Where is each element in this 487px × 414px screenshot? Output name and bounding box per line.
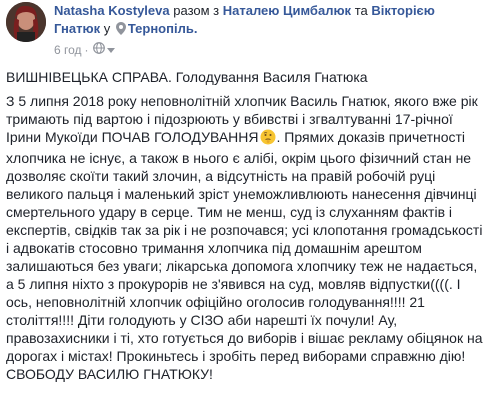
caret-down-icon[interactable] (106, 42, 115, 58)
location-link[interactable]: Тернопіль. (128, 21, 198, 36)
post-meta: 6 год · (54, 41, 115, 58)
avatar-image (6, 2, 46, 42)
and-text: та (354, 3, 368, 18)
post-main-paragraph: З 5 липня 2018 року неповнолітній хлопчи… (6, 92, 484, 365)
paragraph-part-2: . Прямих доказів причетності хлопчика не… (6, 129, 483, 364)
post-closing-line: СВОБОДУ ВАСИЛЮ ГНАТЮКУ! (6, 366, 213, 382)
meta-separator: · (84, 42, 89, 57)
post-header-text: Natasha Kostyleva разом з Наталею Цимбал… (54, 2, 474, 40)
facebook-post: Natasha Kostyleva разом з Наталею Цимбал… (0, 0, 487, 414)
in-text: у (103, 21, 111, 36)
post-header: Natasha Kostyleva разом з Наталею Цимбал… (0, 0, 487, 60)
post-timestamp[interactable]: 6 год (54, 43, 82, 57)
thinking-face-emoji (260, 129, 276, 149)
author-name-link[interactable]: Natasha Kostyleva (54, 3, 170, 18)
globe-icon[interactable] (92, 41, 105, 58)
with-text: разом з (173, 3, 220, 18)
post-body: ВИШНІВЕЦЬКА СПРАВА. Голодування Василя Г… (6, 68, 484, 383)
map-pin-icon (115, 22, 126, 40)
author-avatar[interactable] (6, 2, 46, 42)
post-title-line: ВИШНІВЕЦЬКА СПРАВА. Голодування Василя Г… (6, 69, 368, 85)
tagged-person-1-link[interactable]: Наталею Цимбалюк (223, 3, 351, 18)
